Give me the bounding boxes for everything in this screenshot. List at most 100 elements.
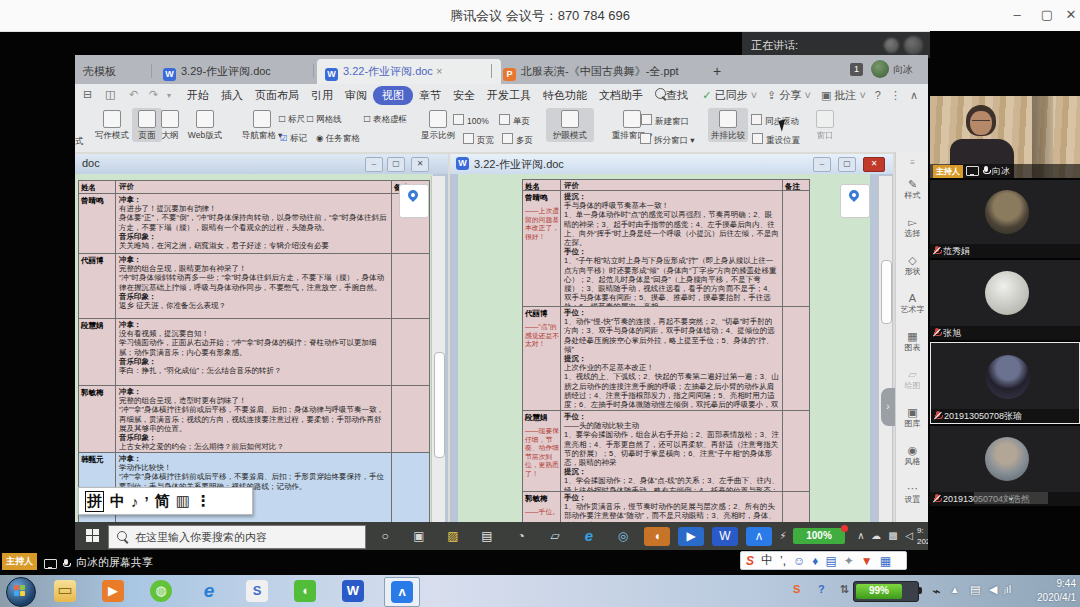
ribbon-页宽[interactable]: 页宽 [463,133,494,147]
menu-1[interactable]: 开始 [181,84,215,103]
ime-cn-icon[interactable]: 中 [761,552,773,569]
redo-icon[interactable]: ↷ [149,88,158,101]
checkbox-icon[interactable]: ☐ [278,114,286,124]
ime-glyph[interactable]: 拼 [85,491,104,512]
doc-minimize-icon[interactable]: – [813,157,831,172]
minimize-icon[interactable]: – [1002,0,1032,31]
sidebar-设置[interactable]: ⋯设置 [896,482,928,505]
tray-plug-icon[interactable]: ⚡ [775,526,791,546]
ime-inline-bar[interactable]: 拼中♪’简▥⋮ [78,487,253,515]
preview-icon[interactable]: ◫ [105,88,115,101]
tray-ime-icon[interactable]: ▤ [970,583,980,596]
tab-2[interactable]: W3.22-作业评阅.doc × [317,59,501,84]
qq-tray-icon[interactable]: ? [818,583,825,595]
ime-glyph[interactable]: 简 [155,492,170,511]
tray-up-icon[interactable]: ▴ [952,583,958,596]
sogou-logo-icon[interactable]: S [746,554,754,568]
ribbon-标记[interactable]: ☑ 标记 [280,133,307,145]
tab-1[interactable]: W3.29-作业评阅.doc [155,59,321,84]
menu-11[interactable]: 文档助手 [593,84,649,103]
tray-image-icon[interactable]: ▩ [885,526,901,546]
qq-icon[interactable]: ◎ [610,526,636,546]
video-tile-1[interactable]: 主持人向冰 [930,96,1080,178]
ime-glyph[interactable]: ’ [145,493,149,510]
tray-cloud-icon[interactable]: ☁ [868,526,884,546]
doc-close-icon[interactable]: ✕ [411,157,429,172]
tab-partial[interactable]: 壳模板 [75,59,124,84]
menu-8[interactable]: 安全 [447,84,481,103]
sidebar-形状[interactable]: ◇形状 [896,254,928,277]
menu-3[interactable]: 页面布局 [249,84,305,103]
file-explorer-icon[interactable]: ▨ [440,526,466,546]
sidebar-图表[interactable]: ▦图表 [896,330,928,353]
video-tile-5[interactable]: 201913050704刘浩然⌄ [930,426,1080,506]
ribbon-网格线[interactable]: ☐ 网格线 [306,114,342,126]
ribbon-同步滚动[interactable]: 同步滚动 [751,114,799,128]
word-icon[interactable]: W [712,527,738,546]
search-input[interactable]: 在这里输入你要搜索的内容 [108,525,366,549]
battery-indicator[interactable]: 99% [853,581,919,602]
ribbon-新建窗口[interactable]: 新建窗口 [641,114,689,128]
updown-icon[interactable]: ⇅ [840,583,849,596]
sogou-ime-bar[interactable]: S中 ’, ☺ ♦ ▤ ✦ ▼ ▦ [740,551,907,570]
alarms-icon[interactable]: ◔ [508,526,534,546]
checkbox-icon[interactable]: ☐ [306,114,314,124]
sidebar-风格[interactable]: ◉风格 [896,444,928,467]
edge-icon[interactable]: e [576,526,602,546]
menu-6[interactable]: 视图 [373,86,413,105]
ime-glyph[interactable]: ▥ [176,492,190,510]
ribbon-100%[interactable]: 100% [453,114,489,126]
sidebar-绘图[interactable]: ▱绘图 [896,368,928,391]
sogou-tray-icon[interactable]: S [793,583,800,595]
more-icon[interactable]: ⋮ [890,89,901,101]
action-分享[interactable]: ⇪ 分享 ˅ [767,89,811,101]
undo-icon[interactable]: ↶ [129,88,138,101]
doc-window-left-titlebar[interactable]: doc – ▢ ✕ [75,154,448,174]
ime-grid-icon[interactable]: ▦ [880,554,891,568]
doc-minimize-icon[interactable]: – [365,157,383,172]
wechat-icon[interactable]: ◖ [644,527,670,546]
user-avatar[interactable] [871,60,889,78]
ime-hand-icon[interactable]: ✦ [844,554,854,568]
menu-9[interactable]: 开发工具 [481,84,537,103]
ime-skin-icon[interactable]: ▼ [861,554,873,568]
ime-emoji-icon[interactable]: ☺ [793,554,805,568]
sidebar-艺术字[interactable]: A艺术字 [896,292,928,315]
sidebar-collapse-chevron[interactable]: › [881,388,895,426]
ime-mic-icon[interactable]: ♦ [812,554,818,568]
menu-10[interactable]: 特色功能 [537,84,593,103]
ribbon-重设位置[interactable]: 重设位置 [752,133,800,147]
ime-glyph[interactable]: ♪ [131,493,139,510]
ime-keyboard-icon[interactable]: ▤ [825,554,836,568]
menu-7[interactable]: 章节 [413,84,447,103]
collapse-ribbon-icon[interactable]: ∧ [910,89,918,101]
action-批注[interactable]: ▣ 批注 ˅ [821,89,866,101]
scrollbar-thumb[interactable] [881,260,892,324]
task-view-icon[interactable]: ▣ [406,526,432,546]
scrollbar-thumb[interactable] [434,352,445,458]
video-tile-3[interactable]: 张旭 [930,260,1080,340]
ribbon-护眼模式[interactable]: 护眼模式 [546,108,594,142]
tab-3[interactable]: P北服表演-《中国古典舞》-全.ppt [495,59,716,84]
ribbon-多页[interactable]: 多页 [502,133,533,147]
new-tab-button[interactable]: + [705,59,729,84]
ribbon-表格虚框[interactable]: ☐ 表格虚框 [363,114,407,126]
sidebar-样式[interactable]: ✎样式 [896,178,928,201]
ribbon-标尺[interactable]: ☐ 标尺 [278,114,305,126]
cortana-icon[interactable]: ○ [372,526,398,546]
menu-2[interactable]: 插入 [215,84,249,103]
scrollbar-right[interactable] [878,176,892,522]
menu-4[interactable]: 引用 [305,84,339,103]
tray-speaker-icon[interactable]: ◁ [901,526,917,546]
ime-punct-icon[interactable]: ’, [780,554,786,568]
video-tile-4[interactable]: 201913050708张瑜 [930,342,1080,424]
nav-pin-right[interactable] [840,184,870,218]
films-icon[interactable]: ▶ [678,527,704,546]
tray-signal-icon[interactable]: ᵢıl [1004,583,1011,595]
ribbon-写作模式[interactable]: 写作模式 [89,108,135,142]
action-已同步[interactable]: ✓ 已同步 ˅ [702,89,757,101]
collapse-chevron-overlay[interactable]: ⌄ [974,492,1048,504]
more-commands-icon[interactable]: ▾ [167,91,171,100]
tray-speaker-icon[interactable]: ◀ [989,583,997,596]
store-icon[interactable]: ▤ [474,526,500,546]
